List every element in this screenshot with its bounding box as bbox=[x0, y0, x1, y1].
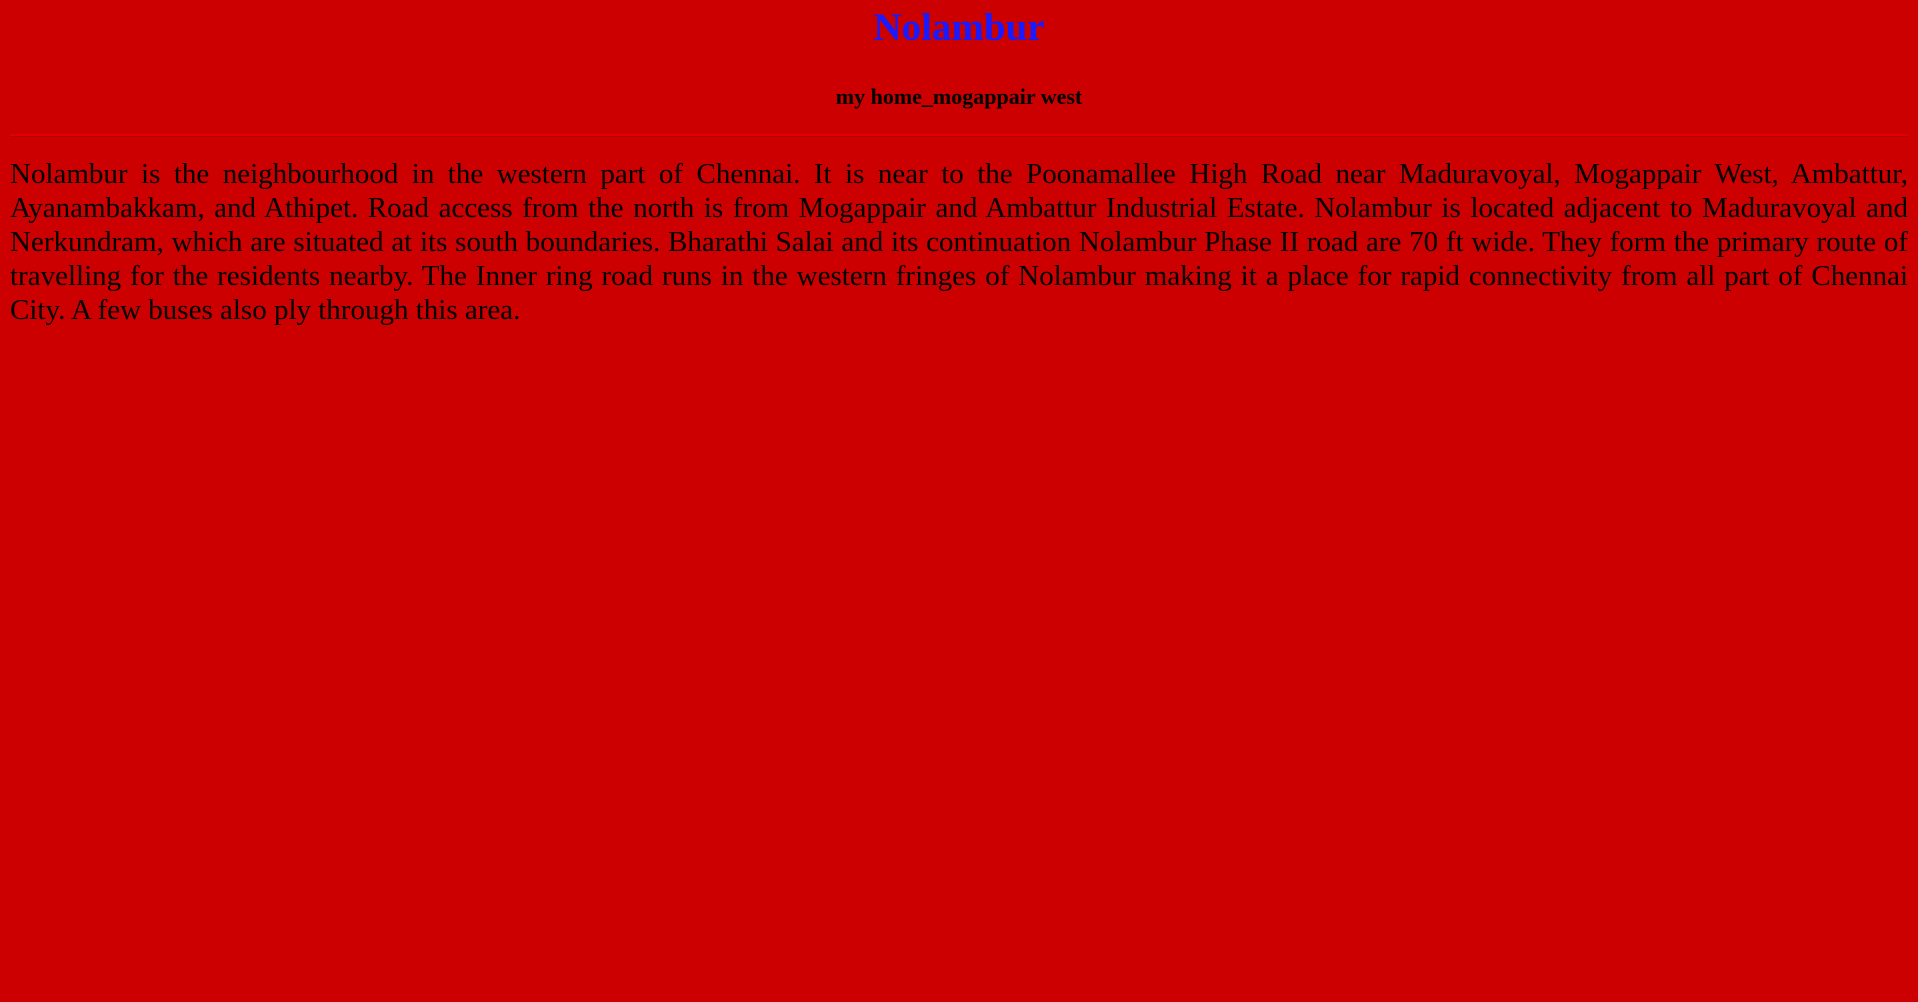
page-subtitle: my home_mogappair west bbox=[835, 84, 1083, 109]
divider bbox=[10, 134, 1908, 137]
page-title: Nolambur bbox=[873, 6, 1045, 49]
page-container: Nolambur my home_mogappair west Nolambur… bbox=[0, 0, 1918, 1002]
body-paragraph: Nolambur is the neighbourhood in the wes… bbox=[10, 158, 1908, 326]
